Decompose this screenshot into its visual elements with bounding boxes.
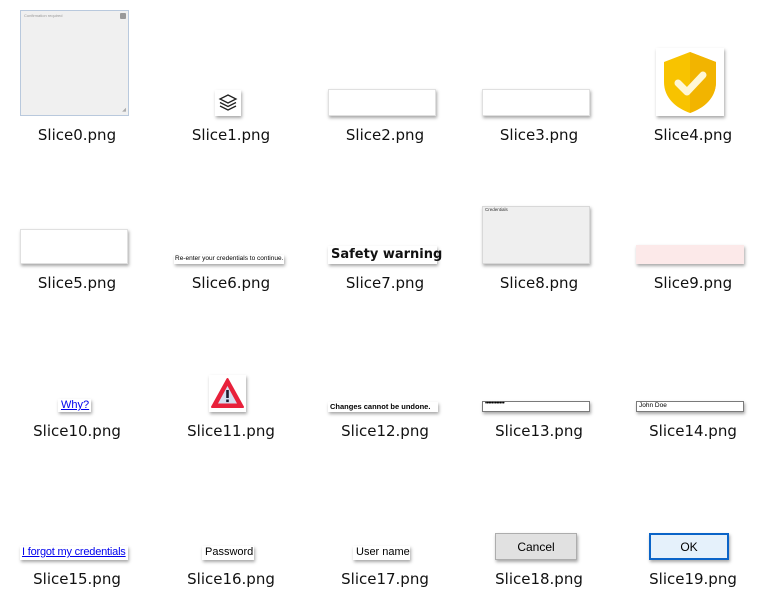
user-name-label-text: User name	[356, 546, 410, 558]
file-name: Slice0.png	[37, 126, 117, 144]
warning-heading: Safety warning	[328, 246, 442, 264]
tile-slice6[interactable]: Re-enter your credentials to continue. S…	[156, 158, 306, 298]
user-name-field[interactable]: John Doe	[636, 401, 744, 412]
tile-slice1[interactable]: Slice1.png	[156, 10, 306, 150]
file-name: Slice17.png	[341, 570, 429, 588]
file-name: Slice2.png	[345, 126, 425, 144]
file-name: Slice7.png	[345, 274, 425, 292]
stacked-layers-icon	[215, 90, 241, 116]
tile-slice19[interactable]: OK Slice19.png	[618, 454, 768, 594]
tile-slice10[interactable]: Why? Slice10.png	[2, 306, 152, 446]
tile-slice2[interactable]: Slice2.png	[310, 10, 460, 150]
file-name: Slice4.png	[653, 126, 733, 144]
blank-panel	[482, 89, 590, 116]
file-name: Slice11.png	[187, 422, 275, 440]
dialog-title: Confirmation required	[24, 13, 63, 18]
tile-slice5[interactable]: Slice5.png	[2, 158, 152, 298]
file-name: Slice13.png	[495, 422, 583, 440]
file-name: Slice15.png	[33, 570, 121, 588]
file-name: Slice14.png	[649, 422, 737, 440]
file-name: Slice19.png	[649, 570, 737, 588]
credentials-group: Credentials	[482, 206, 590, 264]
file-name: Slice12.png	[341, 422, 429, 440]
file-name: Slice16.png	[187, 570, 275, 588]
ok-button[interactable]: OK	[649, 533, 729, 560]
pink-banner	[636, 245, 744, 264]
forgot-credentials-link[interactable]: I forgot my credentials	[20, 546, 128, 560]
cancel-button-label: Cancel	[517, 540, 555, 554]
tile-slice11[interactable]: Slice11.png	[156, 306, 306, 446]
ok-button-label: OK	[680, 540, 698, 554]
tile-slice18[interactable]: Cancel Slice18.png	[464, 454, 614, 594]
warning-heading-text: Safety warning	[331, 247, 443, 262]
file-name: Slice8.png	[499, 274, 579, 292]
tile-slice16[interactable]: Password Slice16.png	[156, 454, 306, 594]
user-name-label: User name	[353, 546, 410, 560]
why-link[interactable]: Why?	[58, 399, 91, 412]
tile-slice12[interactable]: Changes cannot be undone. Slice12.png	[310, 306, 460, 446]
password-value: ••••••••••••	[485, 401, 505, 407]
tile-slice4[interactable]: Slice4.png	[618, 10, 768, 150]
blank-panel	[20, 229, 128, 264]
file-name: Slice18.png	[495, 570, 583, 588]
undone-warning-text: Changes cannot be undone.	[330, 402, 431, 411]
file-name: Slice9.png	[653, 274, 733, 292]
warning-triangle-icon	[209, 375, 246, 412]
dialog-window-thumbnail: Confirmation required ◢	[20, 10, 129, 116]
resize-grip-icon: ◢	[122, 107, 126, 113]
tile-slice14[interactable]: John Doe Slice14.png	[618, 306, 768, 446]
file-name: Slice10.png	[33, 422, 121, 440]
shield-check-icon	[656, 48, 724, 116]
file-name: Slice1.png	[191, 126, 271, 144]
file-name: Slice5.png	[37, 274, 117, 292]
password-label-text: Password	[205, 546, 254, 558]
password-label: Password	[202, 546, 254, 560]
tile-slice7[interactable]: Safety warning Slice7.png	[310, 158, 460, 298]
tile-slice9[interactable]: Slice9.png	[618, 158, 768, 298]
group-label: Credentials	[485, 207, 508, 212]
tile-slice15[interactable]: I forgot my credentials Slice15.png	[2, 454, 152, 594]
tile-slice8[interactable]: Credentials Slice8.png	[464, 158, 614, 298]
tile-slice0[interactable]: Confirmation required ◢ Slice0.png	[2, 10, 152, 150]
tile-slice3[interactable]: Slice3.png	[464, 10, 614, 150]
why-link-text[interactable]: Why?	[61, 399, 89, 411]
tile-slice17[interactable]: User name Slice17.png	[310, 454, 460, 594]
instruction-text: Re-enter your credentials to continue.	[175, 255, 284, 262]
cancel-button[interactable]: Cancel	[495, 533, 577, 560]
instruction-label: Re-enter your credentials to continue.	[174, 255, 284, 264]
password-field[interactable]: ••••••••••••	[482, 401, 590, 412]
file-name: Slice3.png	[499, 126, 579, 144]
user-name-value: John Doe	[639, 402, 667, 409]
tile-slice13[interactable]: •••••••••••• Slice13.png	[464, 306, 614, 446]
close-icon	[120, 13, 126, 19]
file-name: Slice6.png	[191, 274, 271, 292]
undone-warning-label: Changes cannot be undone.	[328, 402, 438, 412]
forgot-credentials-text[interactable]: I forgot my credentials	[22, 546, 126, 558]
blank-panel	[328, 89, 436, 116]
